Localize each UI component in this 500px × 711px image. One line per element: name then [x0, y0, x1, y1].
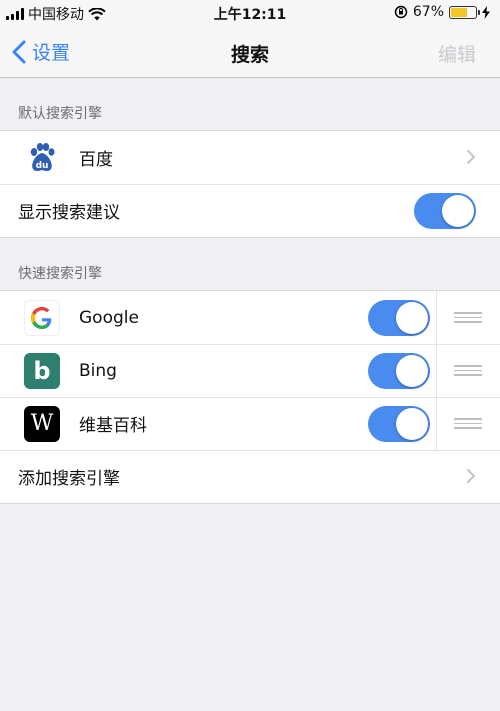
- bing-icon: b: [24, 352, 60, 389]
- reorder-handle-icon[interactable]: [454, 312, 482, 326]
- divider: [436, 397, 437, 450]
- wikipedia-toggle[interactable]: [368, 406, 430, 442]
- default-engine-name: 百度: [79, 150, 113, 170]
- quick-engine-row-google: Google: [0, 291, 500, 344]
- chevron-right-icon: [467, 469, 475, 483]
- battery-level: [451, 7, 468, 17]
- status-right: 67%: [394, 4, 490, 20]
- quick-search-group: Google b Bing W 维基百科 添加搜索引擎: [0, 290, 500, 504]
- section-header-default-engine: 默认搜索引擎: [18, 106, 102, 122]
- bing-icon-text: b: [33, 356, 51, 385]
- chevron-right-icon: [467, 150, 475, 164]
- default-engine-row[interactable]: du 百度: [0, 131, 500, 184]
- add-engine-row[interactable]: 添加搜索引擎: [0, 450, 500, 503]
- quick-engine-name: Bing: [79, 360, 117, 381]
- edit-button[interactable]: 编辑: [438, 40, 476, 67]
- status-bar: 中国移动 上午12:11 67%: [0, 0, 500, 26]
- charging-icon: [482, 5, 490, 19]
- add-engine-label: 添加搜索引擎: [18, 469, 120, 489]
- toggle-knob: [442, 195, 474, 227]
- baidu-icon-text: du: [36, 161, 49, 171]
- suggest-toggle[interactable]: [414, 193, 476, 229]
- google-icon: [24, 299, 60, 336]
- reorder-handle-icon[interactable]: [454, 365, 482, 379]
- battery-icon: [449, 5, 480, 19]
- quick-engine-name: 维基百科: [79, 416, 147, 436]
- quick-engine-row-wikipedia: W 维基百科: [0, 397, 500, 450]
- google-toggle[interactable]: [368, 300, 430, 336]
- reorder-handle-icon[interactable]: [454, 418, 482, 432]
- page-title: 搜索: [230, 44, 269, 66]
- section-header-quick-search: 快速搜索引擎: [18, 266, 102, 282]
- wikipedia-icon-text: W: [30, 411, 54, 436]
- toggle-knob: [396, 302, 428, 334]
- suggest-row: 显示搜索建议: [0, 184, 500, 237]
- toggle-knob: [396, 355, 428, 387]
- quick-engine-name: Google: [79, 307, 139, 328]
- divider: [436, 291, 437, 344]
- baidu-icon: du: [24, 139, 60, 176]
- bing-toggle[interactable]: [368, 353, 430, 389]
- toggle-knob: [396, 408, 428, 440]
- battery-percent: 67%: [412, 4, 444, 20]
- quick-engine-row-bing: b Bing: [0, 344, 500, 397]
- suggest-label: 显示搜索建议: [18, 203, 120, 223]
- divider: [436, 344, 437, 397]
- default-engine-group: du 百度 显示搜索建议: [0, 130, 500, 238]
- nav-bar: 设置 搜索 编辑: [0, 26, 500, 78]
- orientation-lock-icon: [394, 5, 408, 19]
- wikipedia-icon: W: [24, 405, 60, 442]
